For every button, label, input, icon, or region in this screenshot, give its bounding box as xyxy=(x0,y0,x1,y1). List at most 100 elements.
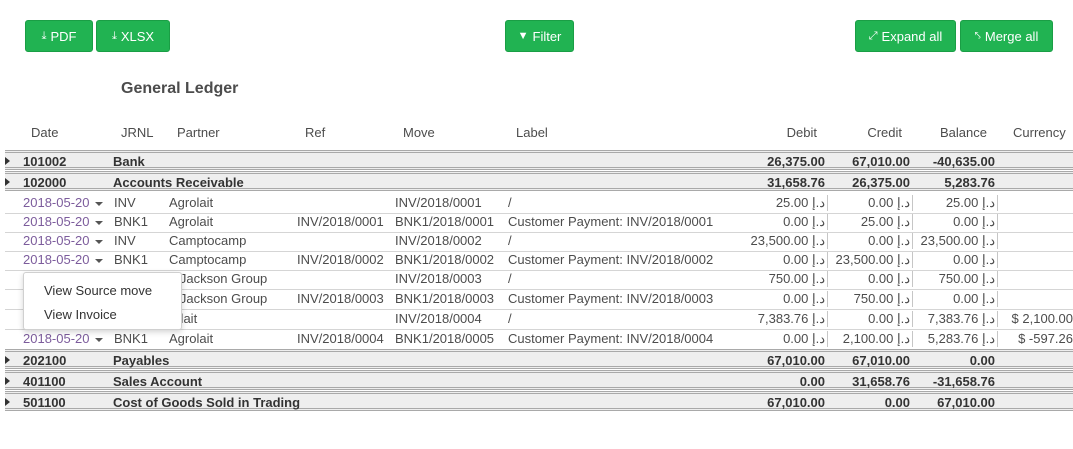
download-icon: ⤓ xyxy=(41,29,47,42)
move-line-balance: 0.00 د.إ xyxy=(953,252,995,267)
move-line-row: 2018-05-20 BNK1 Agrolait INV/2018/0004 B… xyxy=(5,330,1073,350)
pdf-button-label: PDF xyxy=(50,28,77,44)
caret-right-icon[interactable] xyxy=(5,356,10,364)
move-line-balance: 7,383.76 د.إ xyxy=(927,311,995,326)
move-line-move[interactable]: INV/2018/0003 xyxy=(395,270,482,289)
move-line-date[interactable]: 2018-05-20 xyxy=(23,251,103,270)
move-line-currency xyxy=(973,251,1073,270)
move-line-partner: Camptocamp xyxy=(169,252,247,267)
move-line-row: 2018-05-20 INV Camptocamp INV/2018/0002 … xyxy=(5,232,1073,252)
move-line-balance: 0.00 د.إ xyxy=(953,291,995,306)
move-line-ref: INV/2018/0003 xyxy=(297,291,384,306)
account-balance: 0.00 xyxy=(969,353,995,368)
move-line-row: 2018-05-20 INV Agrolait INV/2018/0001 / … xyxy=(5,194,1073,214)
move-line-currency: $ -597.26 xyxy=(1018,331,1073,346)
move-line-move[interactable]: BNK1/2018/0001 xyxy=(395,213,494,232)
move-line-ref: INV/2018/0004 xyxy=(297,331,384,346)
column-header-balance: Balance xyxy=(940,125,987,140)
move-line-date[interactable]: 2018-05-20 xyxy=(23,232,103,251)
account-row-401100[interactable]: 401100 Sales Account 0.00 31,658.76 -31,… xyxy=(5,370,1073,390)
move-line-date[interactable]: 2018-05-20 xyxy=(23,330,103,349)
column-header-partner: Partner xyxy=(177,125,220,140)
column-header-credit: Credit xyxy=(867,125,902,140)
move-line-date-text: 2018-05-20 xyxy=(23,331,90,346)
account-name: Sales Account xyxy=(113,374,203,389)
account-balance: -40,635.00 xyxy=(932,154,995,169)
move-line-jrnl: BNK1 xyxy=(114,252,148,267)
view-source-move-option[interactable]: View Source move xyxy=(44,283,152,298)
move-line-partner: Agrolait xyxy=(169,331,214,346)
move-line-currency xyxy=(973,194,1073,213)
report-title: General Ledger xyxy=(121,80,239,97)
move-line-move[interactable]: BNK1/2018/0005 xyxy=(395,330,494,349)
move-line-row: 2018-05-20 BNK1 Camptocamp INV/2018/0002… xyxy=(5,251,1073,271)
filter-button-label: Filter xyxy=(532,28,562,44)
merge-all-button[interactable]: ⤣ Merge all xyxy=(960,20,1053,52)
caret-down-icon[interactable] xyxy=(94,258,103,263)
account-code: 401100 xyxy=(23,374,66,389)
account-name: Payables xyxy=(113,353,170,368)
account-balance: -31,658.76 xyxy=(932,374,995,389)
move-line-date[interactable]: 2018-05-20 xyxy=(23,213,103,232)
account-row-101002[interactable]: 101002 Bank 26,375.00 67,010.00 -40,635.… xyxy=(5,150,1073,170)
move-line-partner: e Jackson Group xyxy=(169,291,268,306)
caret-down-icon[interactable] xyxy=(94,337,103,342)
account-row-202100[interactable]: 202100 Payables 67,010.00 67,010.00 0.00 xyxy=(5,349,1073,369)
filter-button[interactable]: ▼ Filter xyxy=(505,20,574,52)
move-line-balance: 5,283.76 د.إ xyxy=(927,331,995,346)
caret-right-icon[interactable] xyxy=(5,398,10,406)
move-line-move[interactable]: INV/2018/0004 xyxy=(395,310,482,329)
move-line-balance: 23,500.00 د.إ xyxy=(920,233,995,248)
expand-icon: ⤢ xyxy=(868,29,878,42)
move-line-currency xyxy=(973,290,1073,309)
caret-right-icon[interactable] xyxy=(5,377,10,385)
expand-all-button[interactable]: ⤢ Expand all xyxy=(855,20,956,52)
download-icon: ⤓ xyxy=(111,29,117,42)
compress-icon: ⤣ xyxy=(974,29,981,42)
move-line-move[interactable]: BNK1/2018/0003 xyxy=(395,290,494,309)
account-name: Accounts Receivable xyxy=(113,175,244,190)
caret-down-icon[interactable] xyxy=(94,239,103,244)
move-line-move[interactable]: BNK1/2018/0002 xyxy=(395,251,494,270)
xlsx-button[interactable]: ⤓ XLSX xyxy=(96,20,170,52)
move-line-label: / xyxy=(508,271,512,286)
move-line-ref: INV/2018/0001 xyxy=(297,214,384,229)
caret-right-icon[interactable] xyxy=(5,178,10,186)
account-row-102000[interactable]: 102000 Accounts Receivable 31,658.76 26,… xyxy=(5,171,1073,191)
expand-all-label: Expand all xyxy=(881,28,943,44)
move-line-balance: 750.00 د.إ xyxy=(938,271,995,286)
view-invoice-option[interactable]: View Invoice xyxy=(44,307,117,322)
column-header-move: Move xyxy=(403,125,435,140)
account-code: 101002 xyxy=(23,154,67,169)
move-line-label: / xyxy=(508,195,512,210)
move-line-balance: 0.00 د.إ xyxy=(953,214,995,229)
account-name: Cost of Goods Sold in Trading xyxy=(113,395,301,410)
account-code: 501100 xyxy=(23,395,66,410)
move-line-currency xyxy=(973,232,1073,251)
move-line-partner: Camptocamp xyxy=(169,233,247,248)
move-line-currency xyxy=(973,270,1073,289)
move-line-date[interactable]: 2018-05-20 xyxy=(23,194,103,213)
caret-down-icon[interactable] xyxy=(94,220,103,225)
move-line-row: 2018-05-20 BNK1 Agrolait INV/2018/0001 B… xyxy=(5,213,1073,233)
move-line-jrnl: BNK1 xyxy=(114,214,148,229)
column-header-label: Label xyxy=(516,125,548,140)
account-balance: 5,283.76 xyxy=(944,175,995,190)
caret-down-icon[interactable] xyxy=(94,201,103,206)
move-line-label: / xyxy=(508,311,512,326)
move-line-date-text: 2018-05-20 xyxy=(23,195,90,210)
account-row-501100[interactable]: 501100 Cost of Goods Sold in Trading 67,… xyxy=(5,391,1073,411)
move-line-move[interactable]: INV/2018/0002 xyxy=(395,232,482,251)
pdf-button[interactable]: ⤓ PDF xyxy=(25,20,93,52)
move-line-currency: $ 2,100.00 xyxy=(1011,311,1073,326)
move-line-date-text: 2018-05-20 xyxy=(23,252,90,267)
column-header-debit: Debit xyxy=(786,125,817,140)
caret-right-icon[interactable] xyxy=(5,157,10,165)
account-code: 202100 xyxy=(23,353,67,368)
move-line-partner: Agrolait xyxy=(169,195,214,210)
account-name: Bank xyxy=(113,154,145,169)
merge-all-label: Merge all xyxy=(984,28,1039,44)
move-line-move[interactable]: INV/2018/0001 xyxy=(395,194,482,213)
column-header-currency: Currency xyxy=(1013,125,1066,140)
move-line-label: / xyxy=(508,233,512,248)
